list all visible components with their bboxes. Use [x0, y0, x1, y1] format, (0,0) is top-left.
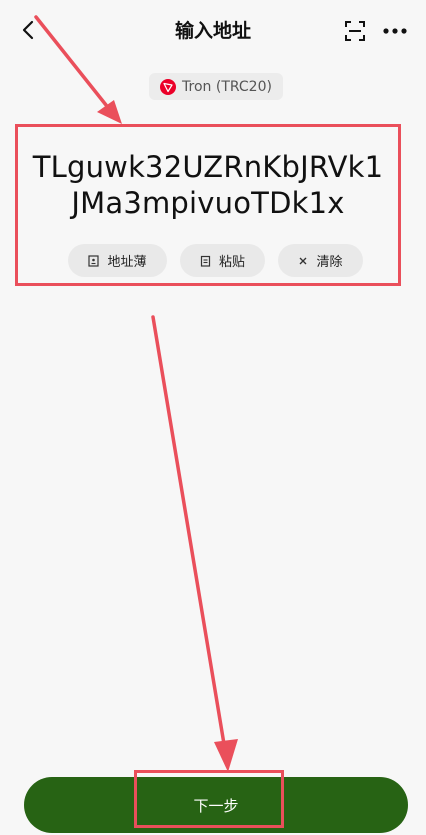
- scan-icon: [345, 21, 365, 41]
- address-input-screen: 输入地址 Tron (TRC20) TLguwk32UZRnKbJRVk1 JM…: [0, 0, 426, 835]
- address-line-1: TLguwk32UZRnKbJRVk1: [32, 150, 384, 184]
- network-label: Tron (TRC20): [182, 78, 272, 95]
- address-line-2: JMa3mpivuoTDk1x: [71, 186, 345, 220]
- address-text[interactable]: TLguwk32UZRnKbJRVk1 JMa3mpivuoTDk1x: [18, 149, 398, 221]
- more-dots-icon: [383, 28, 407, 34]
- address-input-area[interactable]: TLguwk32UZRnKbJRVk1 JMa3mpivuoTDk1x 地址薄 …: [15, 124, 401, 286]
- address-book-button[interactable]: 地址薄: [68, 244, 167, 277]
- paste-label: 粘贴: [218, 255, 245, 270]
- tron-logo-icon: [160, 78, 177, 95]
- more-button[interactable]: [378, 16, 412, 46]
- clear-label: 清除: [316, 255, 343, 270]
- top-bar: 输入地址: [0, 0, 426, 62]
- clear-button[interactable]: 清除: [278, 244, 363, 277]
- arrow-to-next: [151, 315, 238, 772]
- clipboard-icon: [200, 255, 211, 267]
- address-book-label: 地址薄: [107, 255, 147, 270]
- address-actions: 地址薄 粘贴 清除: [68, 244, 363, 277]
- paste-button[interactable]: 粘贴: [180, 244, 265, 277]
- scan-button[interactable]: [340, 16, 370, 46]
- next-button-label: 下一步: [193, 796, 239, 815]
- next-button[interactable]: 下一步: [24, 777, 408, 833]
- address-book-icon: [88, 254, 100, 267]
- close-icon: [300, 257, 307, 264]
- network-badge: Tron (TRC20): [149, 73, 283, 100]
